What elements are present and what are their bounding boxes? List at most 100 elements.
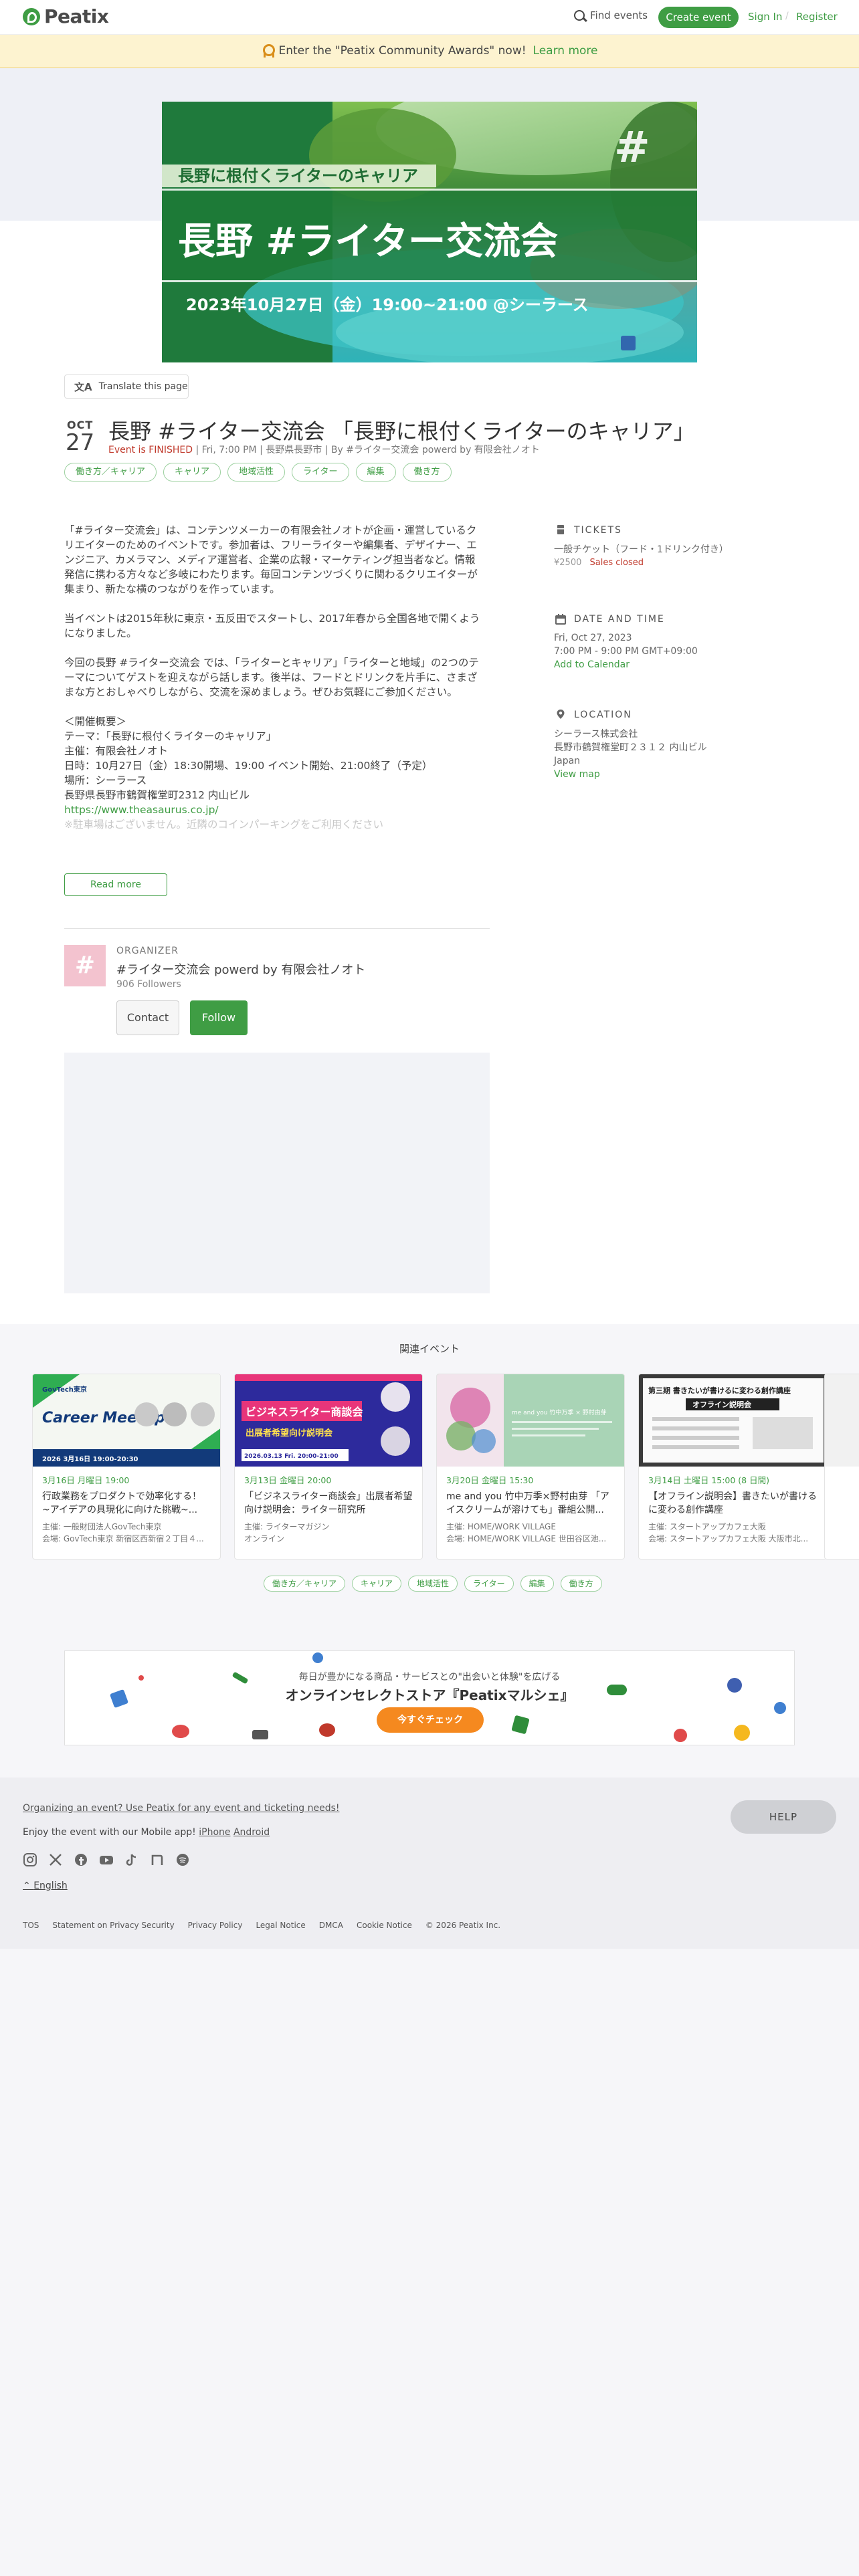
tiktok-icon[interactable]	[124, 1852, 139, 1867]
marche-ad-banner[interactable]: 毎日が豊かになる商品・サービスとの"出会いと体験"を広げる オンラインセレクトス…	[64, 1650, 795, 1745]
event-thumbnail	[825, 1374, 859, 1467]
card-image-tag: GovTech東京	[42, 1385, 87, 1394]
read-more-button[interactable]: Read more	[64, 873, 167, 896]
tag-pill[interactable]: ライター	[464, 1576, 514, 1592]
organizer-name[interactable]: #ライター交流会 powerd by 有限会社ノオト	[116, 960, 365, 978]
help-button[interactable]: HELP	[731, 1800, 836, 1834]
tag-pill[interactable]: 地域活性	[227, 463, 286, 481]
event-description: 「#ライター交流会」は、コンテンツメーカーの有限会社ノオトが企画・運営しているク…	[64, 523, 492, 832]
note-icon[interactable]	[150, 1852, 165, 1867]
organizer-promo-link[interactable]: Organizing an event? Use Peatix for any …	[23, 1803, 340, 1814]
view-map-link[interactable]: View map	[554, 768, 600, 781]
event-date-day: 27	[66, 429, 95, 456]
description-paragraph: 「#ライター交流会」は、コンテンツメーカーの有限会社ノオトが企画・運営しているク…	[64, 523, 492, 597]
event-meta-text: | Fri, 7:00 PM | 長野県長野市 | By #ライター交流会 po…	[195, 445, 540, 455]
language-selector[interactable]: ⌃ English	[23, 1881, 68, 1891]
description-line: 当イベントは2015年秋に東京・五反田でスタートし、2017年春から全国各地で開…	[64, 613, 480, 625]
decoration-shape	[172, 1725, 189, 1738]
add-to-calendar-link[interactable]: Add to Calendar	[554, 658, 630, 671]
x-twitter-icon[interactable]	[48, 1852, 63, 1867]
ad-check-now-button[interactable]: 今すぐチェック	[377, 1707, 484, 1733]
ticket-sales-status: Sales closed	[589, 558, 644, 568]
find-events-link[interactable]: Find events	[574, 9, 648, 21]
card-image-date: 2026 3月16日 19:00-20:30	[42, 1455, 138, 1463]
contact-button[interactable]: Contact	[116, 1000, 179, 1035]
sign-in-link[interactable]: Sign In	[748, 11, 782, 23]
globe-icon: ⌃	[23, 1881, 34, 1891]
outline-line: ＜開催概要＞	[64, 716, 127, 728]
tag-pill[interactable]: 働き方	[402, 463, 452, 481]
tag-pill[interactable]: 編集	[355, 463, 396, 481]
footer-link-privacy-policy[interactable]: Privacy Policy	[188, 1921, 243, 1930]
decoration-shape	[312, 1652, 323, 1663]
android-app-link[interactable]: Android	[233, 1827, 270, 1838]
translate-label: Translate this page	[98, 381, 188, 392]
event-cover-image: 長野に根付くライターのキャリア 長野 #ライター交流会 2023年10月27日（…	[162, 102, 697, 362]
ticket-price: ¥2500	[554, 558, 582, 568]
iphone-app-link[interactable]: iPhone	[199, 1827, 230, 1838]
peatix-logo[interactable]: Peatix	[23, 5, 109, 27]
related-event-card-partial[interactable]	[824, 1374, 859, 1560]
related-events-title: 関連イベント	[399, 1343, 460, 1355]
instagram-icon[interactable]	[23, 1852, 37, 1867]
outline-line: 場所：シーラース	[64, 774, 147, 786]
card-title: 「ビジネスライター商談会」出展者希望向け説明会：ライター研究所	[244, 1491, 413, 1515]
footer-link-tos[interactable]: TOS	[23, 1921, 39, 1930]
decoration-shape	[734, 1725, 750, 1741]
translate-icon: 文A	[74, 381, 92, 393]
venue-website-link[interactable]: https://www.theasaurus.co.jp/	[64, 802, 492, 817]
language-label: English	[33, 1881, 68, 1891]
outline-line: 長野県長野市鶴賀権堂町2312 内山ビル	[64, 789, 250, 801]
announcement-banner: Enter the "Peatix Community Awards" now!…	[0, 35, 859, 68]
follow-button[interactable]: Follow	[190, 1000, 248, 1035]
translate-page-button[interactable]: 文A Translate this page	[64, 374, 189, 399]
card-date: 3月13日 金曜日 20:00	[244, 1475, 332, 1485]
event-status: Event is FINISHED	[108, 445, 193, 455]
spotify-icon[interactable]	[175, 1852, 190, 1867]
tag-pill[interactable]: 働き方／キャリア	[64, 463, 157, 481]
footer-link-privacy-security[interactable]: Statement on Privacy Security	[52, 1921, 174, 1930]
tag-pill[interactable]: キャリア	[352, 1576, 402, 1592]
event-title: 長野 #ライター交流会 「長野に根付くライターのキャリア」	[108, 419, 695, 444]
register-link[interactable]: Register	[796, 11, 838, 23]
tag-pill[interactable]: ライター	[292, 463, 349, 481]
footer-link-dmca[interactable]: DMCA	[319, 1921, 343, 1930]
tag-pill[interactable]: 働き方	[560, 1576, 602, 1592]
banner-learn-more-link[interactable]: Learn more	[533, 44, 598, 58]
section-divider	[64, 928, 490, 929]
top-navbar: Peatix Find events Create event Sign In …	[0, 0, 859, 35]
footer-link-cookie-notice[interactable]: Cookie Notice	[357, 1921, 412, 1930]
copyright: © 2026 Peatix Inc.	[425, 1921, 501, 1930]
related-event-card[interactable]: GovTech東京 Career Meetup 2026 3月16日 19:00…	[32, 1374, 221, 1560]
card-host: 主催: HOME/WORK VILLAGE	[446, 1522, 556, 1531]
create-event-button[interactable]: Create event	[658, 7, 739, 28]
ticket-icon	[557, 525, 564, 534]
related-event-card[interactable]: me and you 竹中万季 × 野村由芽 3月20日 金曜日 15:30 m…	[436, 1374, 625, 1560]
card-image-title: 第三期 書きたいが書けるに変わる創作講座	[648, 1386, 791, 1395]
tag-pill[interactable]: 働き方／キャリア	[264, 1576, 346, 1592]
youtube-icon[interactable]	[99, 1852, 114, 1867]
facebook-icon[interactable]	[74, 1852, 88, 1867]
mobile-app-text: Enjoy the event with our Mobile app!	[23, 1827, 196, 1838]
tag-pill[interactable]: 編集	[520, 1576, 554, 1592]
cover-artwork: 長野に根付くライターのキャリア 長野 #ライター交流会 2023年10月27日（…	[162, 102, 697, 362]
related-event-card[interactable]: 第三期 書きたいが書けるに変わる創作講座 オフライン説明会 3月14日 土曜日 …	[638, 1374, 827, 1560]
description-line: 発信に携わる方々など多岐にわたります。毎回コンテンツづくりに関わるクリエイターが	[64, 568, 478, 580]
card-date: 3月14日 土曜日 15:00 (8 日間)	[648, 1475, 769, 1485]
medal-icon	[262, 44, 275, 58]
ticket-name: 一般チケット（フード・1ドリンク付き）	[554, 544, 729, 555]
tag-pill[interactable]: 地域活性	[408, 1576, 458, 1592]
tag-pill[interactable]: キャリア	[163, 463, 221, 481]
related-event-card[interactable]: ビジネスライター商談会 出展者希望向け説明会 2026.03.13 Fri. 2…	[234, 1374, 423, 1560]
venue-name: シーラース株式会社	[554, 729, 638, 740]
outline-line: テーマ：「長野に根付くライターのキャリア」	[64, 730, 277, 742]
footer-link-legal-notice[interactable]: Legal Notice	[256, 1921, 305, 1930]
card-image-text: me and you 竹中万季 × 野村由芽	[512, 1408, 607, 1416]
card-image-title: ビジネスライター商談会	[246, 1406, 363, 1418]
description-paragraph: 当イベントは2015年秋に東京・五反田でスタートし、2017年春から全国各地で開…	[64, 611, 492, 641]
related-tags: 働き方／キャリア キャリア 地域活性 ライター 編集 働き方	[264, 1576, 602, 1592]
organizer-avatar[interactable]: #	[64, 945, 106, 986]
description-line: 「#ライター交流会」は、コンテンツメーカーの有限会社ノオトが企画・運営しているク	[64, 524, 477, 536]
card-venue: 会場: GovTech東京 新宿区西新宿２丁目４...	[42, 1534, 204, 1543]
event-thumbnail: 第三期 書きたいが書けるに変わる創作講座 オフライン説明会	[639, 1374, 826, 1467]
